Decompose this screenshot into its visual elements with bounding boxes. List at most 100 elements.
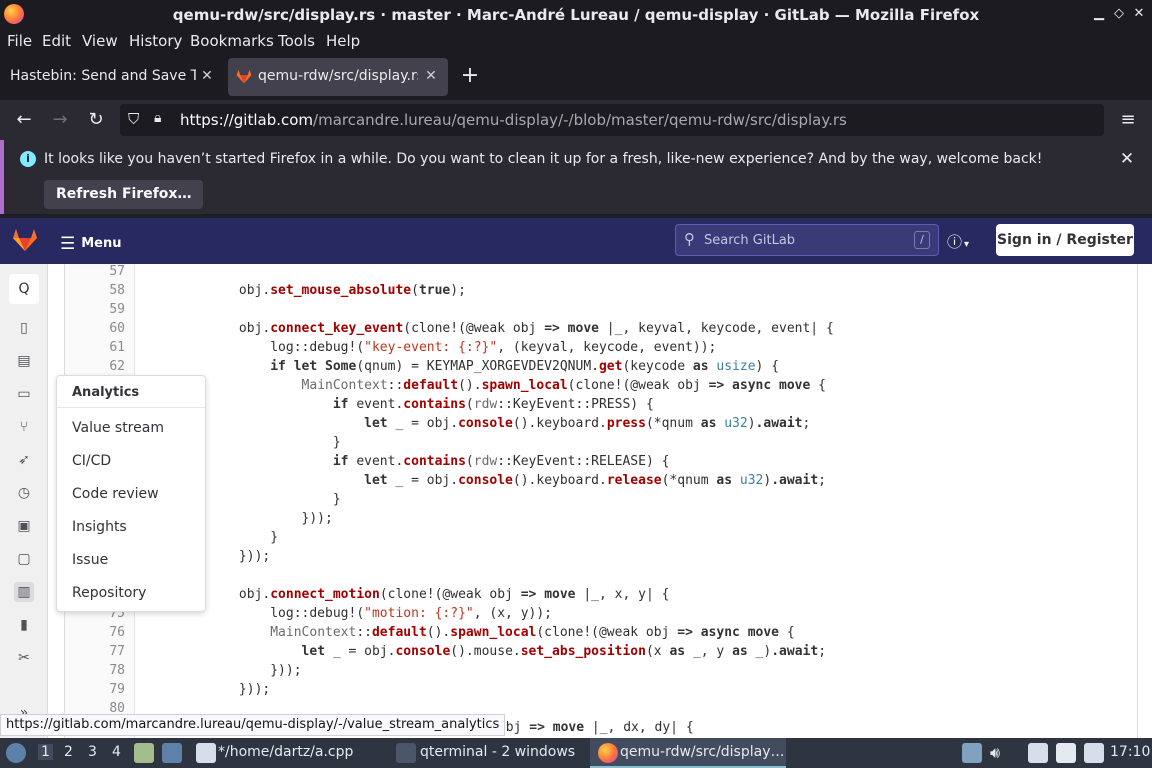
gitlab-favicon-icon [236, 69, 254, 85]
code-line: })); [145, 663, 302, 678]
close-icon[interactable]: ✕ [1116, 148, 1138, 170]
wiki-icon[interactable]: ▮ [14, 615, 34, 635]
minimize-icon[interactable]: ▁ [1090, 5, 1108, 23]
search-input[interactable]: ⚲ Search GitLab / [675, 224, 939, 256]
forward-icon[interactable]: → [48, 108, 72, 132]
url-bar[interactable]: ⛉ 🔒︎ https://gitlab.com/marcandre.lureau… [120, 104, 1104, 136]
window-titlebar: qemu-rdw/src/display.rs · master · Marc-… [0, 0, 1152, 30]
workspace-1[interactable]: 1 [38, 744, 53, 760]
flyout-item-value-stream[interactable]: Value stream [72, 420, 164, 436]
search-shortcut: / [914, 231, 930, 249]
tracking-shield-icon[interactable]: ⛉ [128, 110, 139, 128]
hamburger-icon: ☰ [60, 234, 76, 254]
menu-view[interactable]: View [82, 32, 118, 50]
line-number[interactable]: 57 [65, 264, 125, 279]
code-line: MainContext::default().spawn_local(clone… [270, 625, 795, 640]
menu-file[interactable]: File [7, 32, 32, 50]
workspace-2[interactable]: 2 [64, 744, 73, 760]
flyout-item-insights[interactable]: Insights [72, 519, 127, 535]
line-number[interactable]: 58 [65, 283, 125, 298]
notification-bar: i It looks like you haven’t started Fire… [0, 140, 1152, 214]
project-info-icon[interactable]: ▯ [14, 318, 34, 338]
code-line: obj.set_mouse_absolute(true); [145, 283, 466, 298]
url-path: /marcandre.lureau/qemu-display/-/blob/ma… [313, 111, 847, 129]
line-number[interactable]: 76 [65, 625, 125, 640]
gitlab-menu-button[interactable]: ☰ Menu [60, 232, 122, 254]
editor-icon [196, 743, 216, 763]
tab-label: Hastebin: Send and Save Te [10, 68, 196, 84]
terminal-icon [396, 743, 416, 763]
tab-label: qemu-rdw/src/display.rs [258, 68, 418, 84]
close-window-icon[interactable]: ✕ [1130, 5, 1148, 23]
code-line: log::debug!("motion: {:?}", (x, y)); [145, 606, 553, 621]
snippets-icon[interactable]: ✂ [14, 648, 34, 668]
gitlab-logo-icon[interactable] [12, 227, 38, 253]
packages-icon[interactable]: ▣ [14, 516, 34, 536]
lock-icon[interactable]: 🔒︎ [154, 110, 161, 126]
flyout-item-cicd[interactable]: CI/CD [72, 453, 111, 469]
divider [57, 407, 205, 408]
chevron-down-icon: ▾ [964, 239, 970, 250]
line-number[interactable]: 79 [65, 682, 125, 697]
reload-icon[interactable]: ↻ [84, 108, 108, 132]
maximize-icon[interactable]: ◇ [1110, 5, 1128, 23]
file-manager-icon[interactable] [134, 743, 154, 763]
flyout-title: Analytics [72, 385, 140, 400]
taskbar-app-terminal[interactable]: qterminal - 2 windows [420, 744, 575, 760]
line-number[interactable]: 60 [65, 321, 125, 336]
flyout-item-code-review[interactable]: Code review [72, 486, 159, 502]
monitor-icon[interactable]: ▢ [14, 549, 34, 569]
window-title: qemu-rdw/src/display.rs · master · Marc-… [172, 6, 980, 24]
taskbar-app-firefox[interactable]: qemu-rdw/src/display… [620, 744, 785, 760]
code-line: if event.contains(rdw::KeyEvent::RELEASE… [332, 454, 670, 469]
workspace-4[interactable]: 4 [112, 744, 121, 760]
code-line: let _ = obj.console().keyboard.release(*… [364, 473, 826, 488]
line-number[interactable]: 62 [65, 359, 125, 374]
project-avatar[interactable]: Q [9, 274, 39, 304]
sign-in-button[interactable]: Sign in / Register [996, 224, 1134, 256]
start-menu-icon[interactable] [6, 743, 26, 763]
flyout-item-repository[interactable]: Repository [72, 585, 146, 601]
analytics-icon[interactable]: ▥ [14, 582, 34, 602]
back-icon[interactable]: ← [12, 108, 36, 132]
desktop-icon[interactable] [162, 743, 182, 763]
notification-text: It looks like you haven’t started Firefo… [44, 151, 1043, 167]
tray-app-icon[interactable] [962, 743, 982, 763]
line-number[interactable]: 77 [65, 644, 125, 659]
taskbar-app-editor[interactable]: */home/dartz/a.cpp [218, 744, 353, 760]
pipeline-icon[interactable]: ◷ [14, 483, 34, 503]
code-line: let _ = obj.console().mouse.set_abs_posi… [301, 644, 827, 659]
menu-bookmarks[interactable]: Bookmarks [190, 32, 274, 50]
menu-help[interactable]: Help [326, 32, 360, 50]
workspace-3[interactable]: 3 [88, 744, 97, 760]
refresh-firefox-button[interactable]: Refresh Firefox… [44, 180, 204, 209]
line-number[interactable]: 78 [65, 663, 125, 678]
gitlab-header [0, 218, 1152, 264]
keyboard-icon[interactable] [1056, 743, 1076, 763]
clipboard-icon[interactable] [1028, 743, 1048, 763]
menu-tools[interactable]: Tools [278, 32, 315, 50]
tab-close-icon[interactable]: ✕ [422, 67, 440, 85]
network-icon[interactable] [1084, 743, 1104, 763]
info-icon: i [20, 151, 36, 167]
new-tab-icon[interactable]: + [458, 64, 482, 88]
menu-history[interactable]: History [129, 32, 182, 50]
tab-hastebin[interactable]: Hastebin: Send and Save Te ✕ [0, 58, 224, 96]
help-icon[interactable]: ⓘ ▾ [947, 231, 969, 252]
repository-icon[interactable]: ▤ [14, 351, 34, 371]
menubar: File Edit View History Bookmarks Tools H… [0, 30, 1152, 54]
issues-icon[interactable]: ▭ [14, 384, 34, 404]
app-menu-icon[interactable]: ≡ [1116, 108, 1140, 132]
menu-edit[interactable]: Edit [42, 32, 71, 50]
code-line: obj.connect_key_event(clone!(@weak obj =… [145, 321, 834, 336]
volume-icon[interactable]: 🔊︎ [990, 743, 1000, 763]
line-number[interactable]: 59 [65, 302, 125, 317]
code-line: log::debug!("key-event: {:?}", (keyval, … [145, 340, 717, 355]
merge-request-icon[interactable]: ⑂ [14, 417, 34, 437]
tab-display-rs[interactable]: qemu-rdw/src/display.rs ✕ [228, 58, 448, 96]
code-line: if let Some(qnum) = KEYMAP_XORGEVDEV2QNU… [270, 359, 780, 374]
line-number[interactable]: 61 [65, 340, 125, 355]
flyout-item-issue[interactable]: Issue [72, 552, 108, 568]
tab-close-icon[interactable]: ✕ [198, 67, 216, 85]
deployments-icon[interactable]: ➶ [14, 450, 34, 470]
